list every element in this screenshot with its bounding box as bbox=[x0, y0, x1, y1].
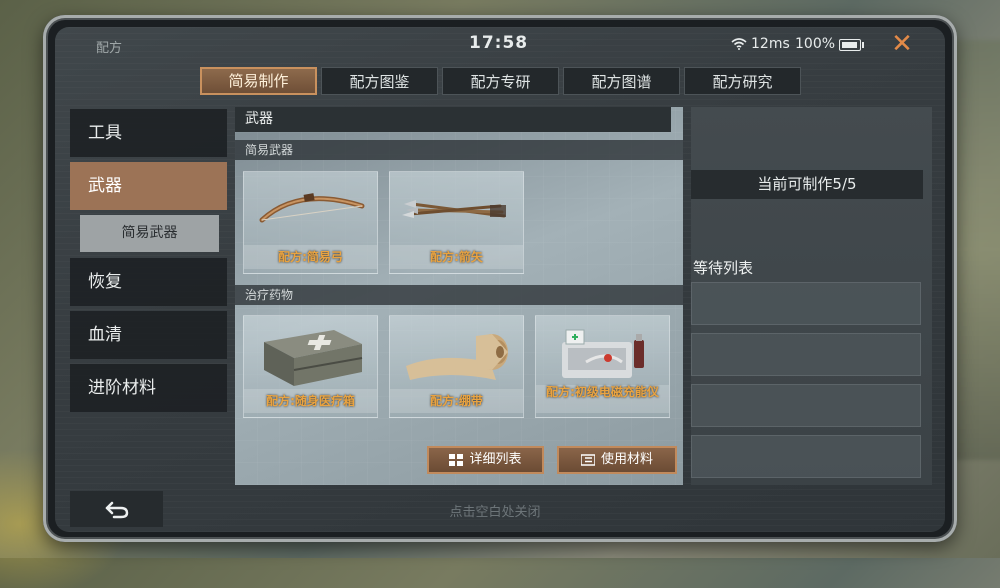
battery-percent: 100% bbox=[795, 36, 836, 52]
wifi-icon bbox=[731, 38, 747, 50]
close-icon[interactable]: ✕ bbox=[885, 29, 919, 59]
recipe-panel: 武器 简易武器 配方:简易弓 配方:箭矢 治疗药物 配方:随身医疗箱 配方:绷带… bbox=[235, 107, 683, 485]
grid-list-icon bbox=[449, 454, 464, 466]
queue-slot[interactable] bbox=[691, 333, 921, 376]
tab-recipe-research[interactable]: 配方研究 bbox=[684, 67, 801, 95]
sidebar-item-serum[interactable]: 血清 bbox=[70, 311, 227, 359]
clock: 17:58 bbox=[469, 33, 529, 53]
arrows-icon bbox=[402, 200, 506, 218]
recipe-tabs: 简易制作 配方图鉴 配方专研 配方图谱 配方研究 bbox=[200, 67, 801, 95]
bow-icon bbox=[259, 193, 365, 223]
section-title-medicine: 治疗药物 bbox=[235, 285, 683, 305]
tab-recipe-specialization[interactable]: 配方专研 bbox=[442, 67, 559, 95]
recipe-screen: 配方 17:58 12ms 100% ✕ 简易制作 配方图鉴 配方专研 配方图谱… bbox=[55, 27, 945, 532]
materials-icon bbox=[580, 454, 595, 466]
back-arrow-icon bbox=[105, 501, 128, 519]
category-sidebar: 工具 武器 简易武器 恢复 血清 进阶材料 bbox=[70, 109, 227, 417]
close-hint[interactable]: 点击空白处关闭 bbox=[395, 501, 595, 520]
use-materials-button[interactable]: 使用材料 bbox=[557, 446, 677, 474]
tab-recipe-tree[interactable]: 配方图谱 bbox=[563, 67, 680, 95]
status-bar: 配方 17:58 12ms 100% ✕ bbox=[55, 27, 945, 61]
recipe-card-emp-charger[interactable]: 配方:初级电磁充能仪 bbox=[535, 315, 670, 418]
tab-simple-crafting[interactable]: 简易制作 bbox=[200, 67, 317, 95]
ping-value: 12ms bbox=[751, 36, 790, 52]
queue-title: 等待列表 bbox=[693, 259, 754, 277]
panel-header: 武器 bbox=[235, 107, 671, 132]
recipe-card-simple-bow[interactable]: 配方:简易弓 bbox=[243, 171, 378, 274]
recipe-card-portable-medkit[interactable]: 配方:随身医疗箱 bbox=[243, 315, 378, 418]
use-materials-label: 使用材料 bbox=[600, 452, 653, 467]
medkit-icon bbox=[264, 330, 363, 386]
recipe-label: 配方:绷带 bbox=[390, 389, 523, 413]
detail-list-label: 详细列表 bbox=[469, 452, 522, 467]
emp-charger-icon bbox=[562, 329, 644, 378]
sidebar-item-tools[interactable]: 工具 bbox=[70, 109, 227, 157]
network-status: 12ms bbox=[731, 36, 790, 52]
back-button[interactable] bbox=[70, 491, 163, 527]
app-title: 配方 bbox=[96, 41, 123, 56]
sidebar-item-advanced-materials[interactable]: 进阶材料 bbox=[70, 364, 227, 412]
recipe-card-bandage[interactable]: 配方:绷带 bbox=[389, 315, 524, 418]
crafting-quota: 当前可制作5/5 bbox=[691, 170, 923, 199]
recipe-label: 配方:箭矢 bbox=[390, 245, 523, 269]
sidebar-item-weapons[interactable]: 武器 bbox=[70, 162, 227, 210]
crafting-queue-panel: 当前可制作5/5 等待列表 bbox=[691, 107, 932, 485]
sidebar-subitem-simple-weapons[interactable]: 简易武器 bbox=[80, 215, 219, 252]
detail-list-button[interactable]: 详细列表 bbox=[427, 446, 544, 474]
recipe-label: 配方:随身医疗箱 bbox=[244, 389, 377, 413]
recipe-card-arrows[interactable]: 配方:箭矢 bbox=[389, 171, 524, 274]
queue-slot[interactable] bbox=[691, 282, 921, 325]
recipe-label: 配方:初级电磁充能仪 bbox=[536, 385, 669, 413]
bandage-icon bbox=[406, 334, 508, 380]
sidebar-item-recovery[interactable]: 恢复 bbox=[70, 258, 227, 306]
battery-icon bbox=[839, 39, 864, 51]
recipe-label: 配方:简易弓 bbox=[244, 245, 377, 269]
tab-recipe-catalog[interactable]: 配方图鉴 bbox=[321, 67, 438, 95]
section-title-simple-weapons: 简易武器 bbox=[235, 140, 683, 160]
queue-slot[interactable] bbox=[691, 384, 921, 427]
queue-slot[interactable] bbox=[691, 435, 921, 478]
